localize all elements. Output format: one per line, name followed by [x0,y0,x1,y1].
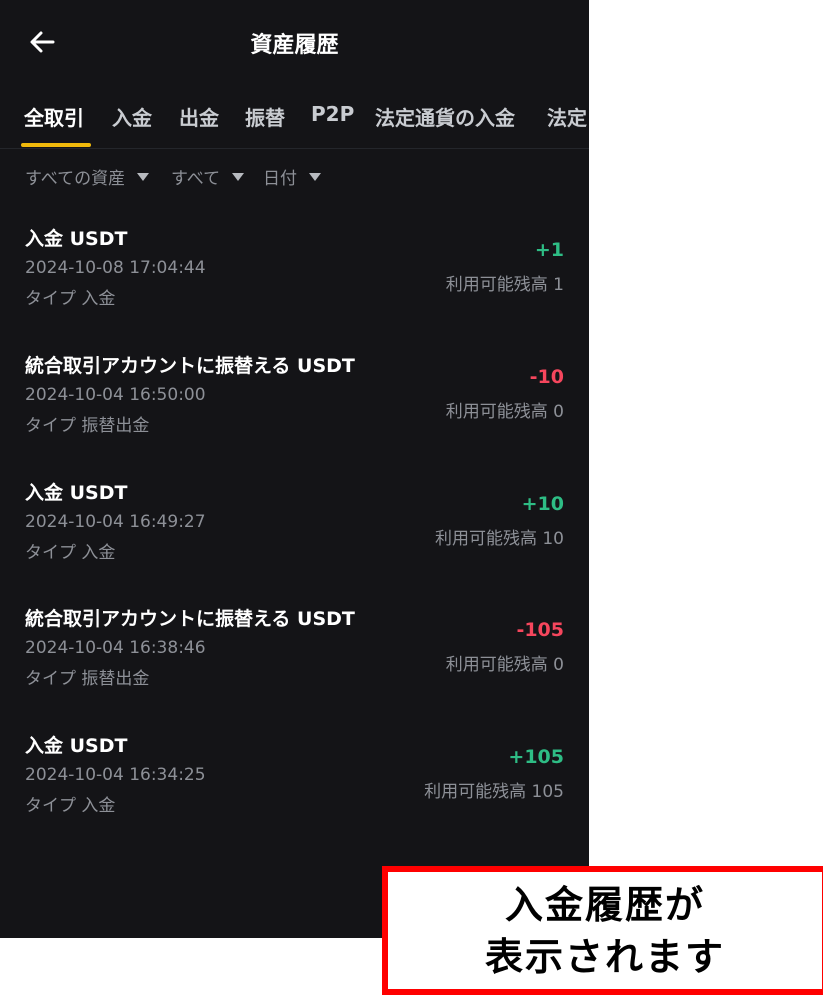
transaction-type: タイプ 入金 [25,796,116,816]
transaction-type: タイプ 入金 [25,289,116,309]
transaction-row[interactable]: 統合取引アカウントに振替える USDT 2024-10-04 16:50:00 … [0,351,589,461]
transaction-row[interactable]: 入金 USDT 2024-10-08 17:04:44 タイプ 入金 +1 利用… [0,224,589,334]
filter-asset-label: すべての資産 [25,169,126,189]
transaction-row[interactable]: 入金 USDT 2024-10-04 16:49:27 タイプ 入金 +10 利… [0,478,589,588]
transaction-title: 統合取引アカウントに振替える USDT [25,608,355,630]
transaction-type: タイプ 入金 [25,543,116,563]
transaction-row[interactable]: 入金 USDT 2024-10-04 16:34:25 タイプ 入金 +105 … [0,731,589,841]
filter-bar: すべての資産 すべて 日付 [0,160,589,190]
caret-down-icon [232,172,245,181]
tab-fiat-truncated[interactable]: 法定 [547,102,587,131]
transaction-amount: -10 [529,366,564,388]
available-balance: 利用可能残高 1 [445,275,564,295]
transaction-type: タイプ 振替出金 [25,669,150,689]
caret-down-icon [309,172,321,181]
filter-type-label: すべて [171,169,221,189]
available-balance: 利用可能残高 105 [424,782,564,802]
tab-fiat-deposit[interactable]: 法定通貨の入金 [375,102,515,131]
filter-type-dropdown[interactable]: すべて [171,164,245,189]
filter-date-label: 日付 [263,169,297,189]
transaction-amount: +1 [534,239,564,261]
available-balance: 利用可能残高 0 [445,402,564,422]
transaction-row[interactable]: 統合取引アカウントに振替える USDT 2024-10-04 16:38:46 … [0,604,589,714]
filter-asset-dropdown[interactable]: すべての資産 [25,164,150,189]
transaction-title: 入金 USDT [25,228,128,250]
available-balance: 利用可能残高 10 [434,529,564,549]
tab-p2p[interactable]: P2P [311,102,354,126]
filter-date-dropdown[interactable]: 日付 [263,164,321,189]
transaction-title: 入金 USDT [25,482,128,504]
transaction-amount: +10 [521,493,564,515]
callout-line-2: 表示されます [484,934,725,979]
tab-all-transactions[interactable]: 全取引 [24,102,84,131]
tab-bar: 全取引 入金 出金 振替 P2P 法定通貨の入金 法定 [0,84,589,149]
transaction-datetime: 2024-10-04 16:38:46 [25,638,206,658]
transaction-datetime: 2024-10-04 16:50:00 [25,385,206,405]
available-balance: 利用可能残高 0 [445,655,564,675]
active-tab-indicator [21,143,91,147]
caret-down-icon [137,172,150,181]
tab-deposit[interactable]: 入金 [112,102,152,131]
annotation-callout: 入金履歴が 表示されます [382,866,823,995]
page-title: 資産履歴 [250,33,339,58]
transaction-type: タイプ 振替出金 [25,416,150,436]
transaction-datetime: 2024-10-04 16:34:25 [25,765,206,785]
transaction-title: 入金 USDT [25,735,128,757]
transaction-amount: +105 [508,746,564,768]
header: 資産履歴 [0,0,589,84]
transaction-title: 統合取引アカウントに振替える USDT [25,355,355,377]
tab-withdraw[interactable]: 出金 [179,102,219,131]
transaction-amount: -105 [516,619,564,641]
callout-line-1: 入金履歴が [504,882,705,927]
asset-history-screen: 資産履歴 全取引 入金 出金 振替 P2P 法定通貨の入金 法定 すべての資産 … [0,0,589,938]
transaction-datetime: 2024-10-08 17:04:44 [25,258,206,278]
transaction-datetime: 2024-10-04 16:49:27 [25,512,206,532]
tab-transfer[interactable]: 振替 [245,102,285,131]
